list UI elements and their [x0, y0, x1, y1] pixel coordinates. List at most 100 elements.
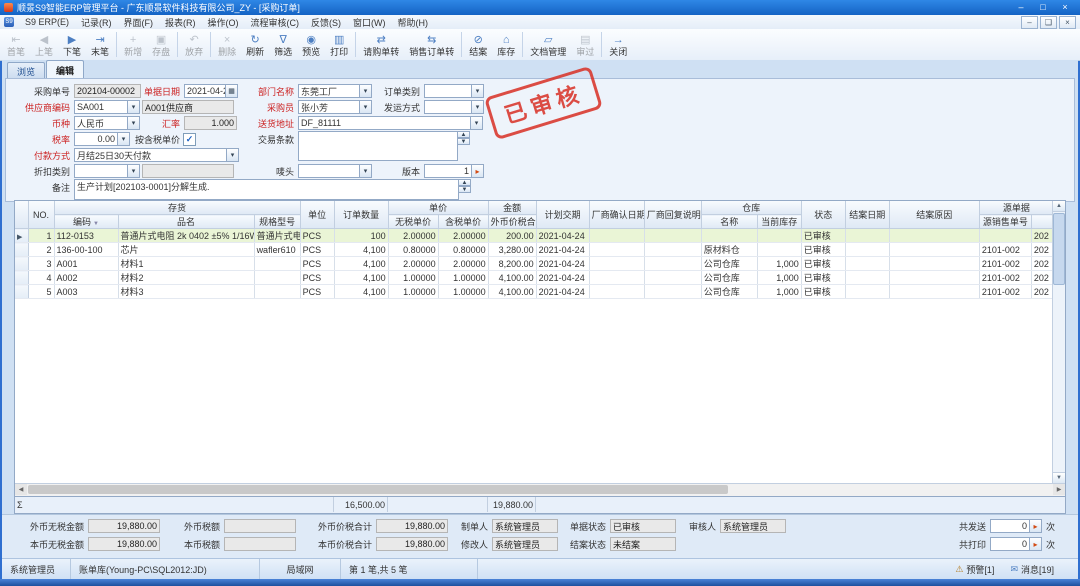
minimize-button[interactable]: – — [1010, 2, 1032, 14]
grid-cell[interactable] — [889, 271, 979, 285]
grid-cell[interactable]: 202 — [1031, 229, 1053, 243]
grid-cell[interactable] — [589, 271, 644, 285]
calendar-icon[interactable]: ▦ — [225, 84, 238, 98]
grid-cell[interactable]: 普通片式电阻... — [254, 229, 300, 243]
grid-cell[interactable]: A002 — [54, 271, 118, 285]
grid-cell[interactable]: 2.00000 — [438, 257, 488, 271]
trade-terms-textarea[interactable] — [298, 131, 458, 161]
grid-cell[interactable] — [254, 271, 300, 285]
grid-cell[interactable]: 2101-002 — [979, 243, 1031, 257]
col-group-inventory[interactable]: 存货 — [54, 201, 300, 215]
chevron-down-icon[interactable]: ▾ — [471, 84, 484, 98]
remark-textarea[interactable]: 生产计划[202103-0001]分解生成. — [74, 179, 459, 200]
horizontal-scrollbar[interactable]: ◀ ▶ — [15, 483, 1065, 496]
grid-cell[interactable]: 0.80000 — [388, 243, 438, 257]
col-no[interactable]: NO. — [28, 201, 54, 229]
grid-cell[interactable]: 202 — [1031, 271, 1053, 285]
grid-cell[interactable] — [644, 271, 701, 285]
grid-cell[interactable] — [644, 257, 701, 271]
col-code[interactable]: 编码▼ — [54, 215, 118, 229]
grid-cell[interactable] — [589, 229, 644, 243]
grid-cell[interactable]: 4,100 — [334, 243, 388, 257]
grid-cell[interactable]: 2021-04-24 — [536, 243, 589, 257]
grid-cell[interactable] — [757, 243, 801, 257]
maximize-button[interactable]: □ — [1032, 2, 1054, 14]
grid-cell[interactable]: 芯片 — [118, 243, 254, 257]
chevron-down-icon[interactable]: ▾ — [470, 116, 483, 130]
grid-cell[interactable]: 2.00000 — [438, 229, 488, 243]
col-group-source[interactable]: 源单据 — [979, 201, 1053, 215]
send-count-input[interactable]: 0 — [990, 519, 1030, 533]
menu-item[interactable]: 帮助(H) — [392, 15, 435, 30]
col-group-amount[interactable]: 金额 — [488, 201, 536, 215]
grid-cell[interactable] — [644, 243, 701, 257]
grid-cell[interactable]: 100 — [334, 229, 388, 243]
version-input[interactable]: 1 — [424, 164, 472, 178]
grid-cell[interactable] — [644, 229, 701, 243]
grid-cell[interactable]: wafler610 — [254, 243, 300, 257]
grid-cell[interactable]: 4 — [28, 271, 54, 285]
spin-arrow-icon[interactable]: ▸ — [471, 164, 484, 178]
grid-cell[interactable]: 1,000 — [757, 285, 801, 299]
chevron-down-icon[interactable]: ▾ — [127, 100, 140, 114]
grid-cell[interactable]: 1 — [28, 229, 54, 243]
chevron-down-icon[interactable]: ▾ — [127, 116, 140, 130]
grid-cell[interactable]: 材料1 — [118, 257, 254, 271]
tab[interactable]: 编辑 — [46, 60, 84, 78]
grid-cell[interactable]: 202 — [1031, 285, 1053, 299]
grid-cell[interactable]: 112-0153 — [54, 229, 118, 243]
row-marker[interactable] — [15, 257, 28, 271]
grid-cell[interactable]: 202 — [1031, 243, 1053, 257]
toolbar-button[interactable]: ▶ 下笔 — [58, 29, 86, 60]
grid-cell[interactable]: 5 — [28, 285, 54, 299]
row-marker[interactable] — [15, 243, 28, 257]
scroll-right-icon[interactable]: ▶ — [1053, 484, 1065, 495]
table-row[interactable]: 4 A002 材料2 PCS 4,100 1.00000 1.00000 4,1… — [15, 271, 1054, 285]
col-close-reason[interactable]: 结案原因 — [889, 201, 979, 229]
grid-cell[interactable] — [701, 229, 757, 243]
toolbar-button[interactable]: ▥ 打印 — [325, 29, 353, 60]
status-messages[interactable]: ✉ 消息[19] — [1002, 559, 1078, 580]
menu-item[interactable]: 反馈(S) — [305, 15, 347, 30]
col-close-date[interactable]: 结案日期 — [845, 201, 889, 229]
grid-cell[interactable]: 1.00000 — [388, 285, 438, 299]
menu-item[interactable]: 流程审核(C) — [245, 15, 306, 30]
chevron-down-icon[interactable]: ▾ — [359, 164, 372, 178]
grid-cell[interactable]: 1.00000 — [438, 285, 488, 299]
toolbar-button[interactable]: ⊘ 结案 — [464, 29, 492, 60]
menu-item[interactable]: 操作(O) — [202, 15, 245, 30]
chevron-down-icon[interactable]: ▾ — [471, 100, 484, 114]
grid-cell[interactable]: 8,200.00 — [488, 257, 536, 271]
scroll-left-icon[interactable]: ◀ — [15, 484, 27, 495]
toolbar-button[interactable]: ∇ 筛选 — [269, 29, 297, 60]
grid-cell[interactable] — [889, 229, 979, 243]
scroll-down-icon[interactable]: ▼ — [457, 138, 470, 145]
col-group-price[interactable]: 单价 — [388, 201, 488, 215]
toolbar-button[interactable]: ↻ 刷新 — [241, 29, 269, 60]
grid-cell[interactable]: 2021-04-24 — [536, 271, 589, 285]
grid-cell[interactable]: 1.00000 — [438, 271, 488, 285]
menu-item[interactable]: 报表(R) — [159, 15, 202, 30]
menu-item[interactable]: 记录(R) — [75, 15, 118, 30]
grid-cell[interactable]: 1,000 — [757, 271, 801, 285]
payment-terms-input[interactable]: 月结25日30天付款 — [74, 148, 227, 162]
grid-cell[interactable]: 2101-002 — [979, 271, 1031, 285]
table-row[interactable]: 5 A003 材料3 PCS 4,100 1.00000 1.00000 4,1… — [15, 285, 1054, 299]
table-row[interactable]: 3 A001 材料1 PCS 4,100 2.00000 2.00000 8,2… — [15, 257, 1054, 271]
grid-cell[interactable]: 2021-04-24 — [536, 229, 589, 243]
tax-rate-input[interactable]: 0.00 — [74, 132, 118, 146]
grid-cell[interactable] — [979, 229, 1031, 243]
grid-cell[interactable]: 2101-002 — [979, 257, 1031, 271]
grid-cell[interactable]: 公司仓库 — [701, 271, 757, 285]
grid-cell[interactable] — [644, 285, 701, 299]
menu-item[interactable]: 界面(F) — [118, 15, 160, 30]
col-wh-stock[interactable]: 当前库存 — [757, 215, 801, 229]
grid-cell[interactable]: 136-00-100 — [54, 243, 118, 257]
grid-cell[interactable]: 0.80000 — [438, 243, 488, 257]
scrollbar-thumb[interactable] — [28, 485, 728, 494]
scroll-down-icon[interactable]: ▼ — [1053, 472, 1065, 483]
grid-cell[interactable]: PCS — [300, 257, 334, 271]
discount-type-input[interactable] — [74, 164, 128, 178]
grid-cell[interactable]: 3,280.00 — [488, 243, 536, 257]
grid-cell[interactable]: 2101-002 — [979, 285, 1031, 299]
